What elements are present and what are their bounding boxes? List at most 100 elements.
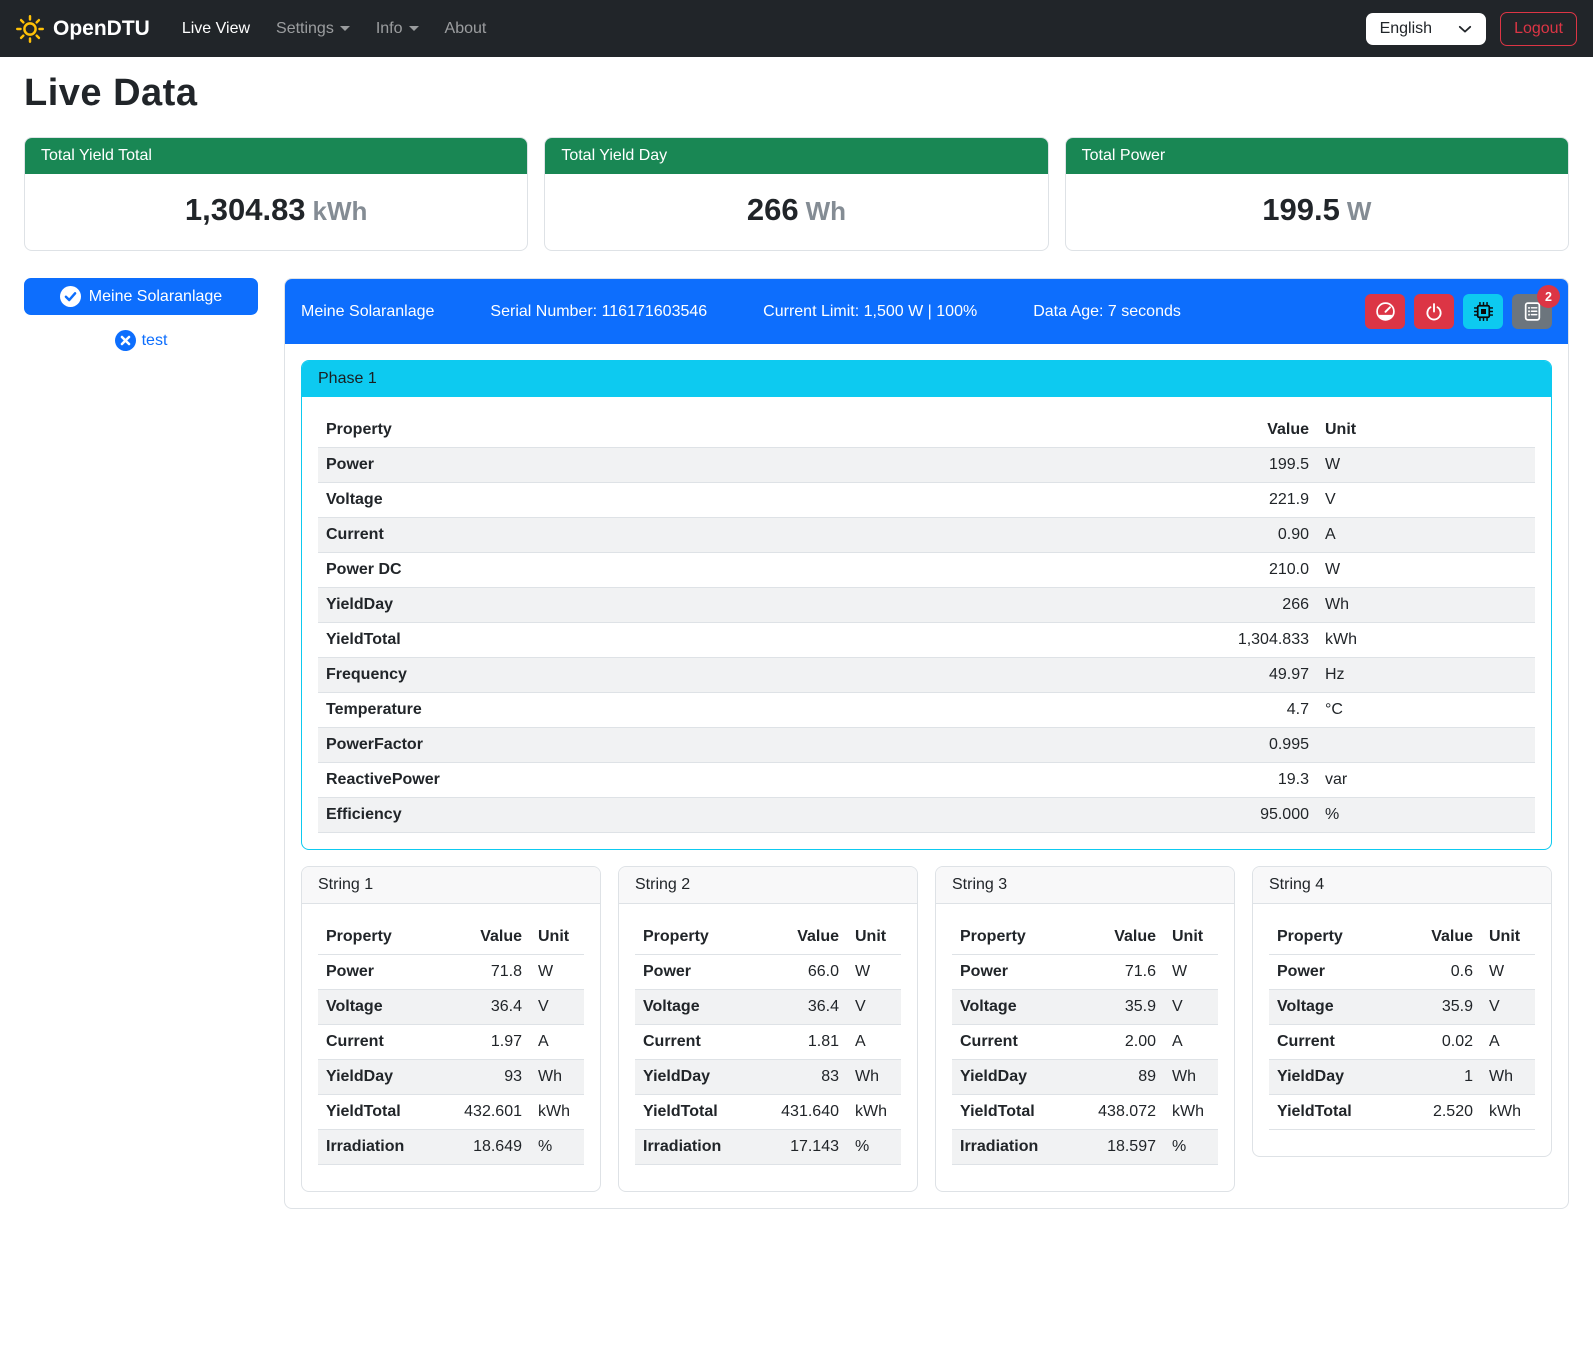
inverter-select-button[interactable]: Meine Solaranlage: [24, 278, 258, 315]
column-header-value: Value: [916, 413, 1317, 448]
string-1-panel: String 1 Property Value Unit: [301, 866, 601, 1192]
table-header-row: Property Value Unit: [952, 920, 1218, 955]
total-power-value: 199.5: [1262, 192, 1340, 227]
value-cell: 18.597: [1071, 1130, 1164, 1165]
column-header-unit: Unit: [1481, 920, 1535, 955]
nav-item-settings[interactable]: Settings: [266, 12, 360, 46]
inverter-select-label: Meine Solaranlage: [89, 288, 222, 306]
column-header-property: Property: [318, 920, 437, 955]
value-cell: 18.649: [437, 1130, 530, 1165]
unit-cell: A: [1164, 1025, 1218, 1060]
unit-cell: Wh: [1317, 588, 1535, 623]
property-cell: Current: [318, 518, 916, 553]
unit-cell: %: [1317, 798, 1535, 833]
property-cell: Voltage: [952, 990, 1071, 1025]
value-cell: 1,304.833: [916, 623, 1317, 658]
unit-cell: [1317, 728, 1535, 763]
value-cell: 266: [916, 588, 1317, 623]
value-cell: 1.97: [437, 1025, 530, 1060]
value-cell: 66.0: [754, 955, 847, 990]
table-row: Power71.8W: [318, 955, 584, 990]
device-info-button[interactable]: [1463, 294, 1503, 329]
inverter-test-link[interactable]: test: [142, 332, 168, 350]
table-row: YieldDay83Wh: [635, 1060, 901, 1095]
total-yield-total-card: Total Yield Total 1,304.83kWh: [24, 137, 528, 251]
property-cell: Power DC: [318, 553, 916, 588]
table-row: Voltage36.4V: [318, 990, 584, 1025]
column-header-property: Property: [1269, 920, 1398, 955]
table-row: YieldTotal1,304.833kWh: [318, 623, 1535, 658]
nav-item-info-label: Info: [376, 20, 403, 38]
column-header-unit: Unit: [847, 920, 901, 955]
table-row: Current0.02A: [1269, 1025, 1535, 1060]
unit-cell: W: [1317, 448, 1535, 483]
unit-cell: kWh: [1481, 1095, 1535, 1130]
property-cell: YieldTotal: [635, 1095, 754, 1130]
column-header-property: Property: [635, 920, 754, 955]
value-cell: 93: [437, 1060, 530, 1095]
value-cell: 438.072: [1071, 1095, 1164, 1130]
value-cell: 83: [754, 1060, 847, 1095]
table-row: Power0.6W: [1269, 955, 1535, 990]
value-cell: 89: [1071, 1060, 1164, 1095]
nav-item-about[interactable]: About: [435, 12, 497, 46]
inverter-limit: Current Limit: 1,500 W | 100%: [763, 303, 977, 321]
card-title: Total Power: [1066, 138, 1568, 174]
property-cell: Frequency: [318, 658, 916, 693]
nav-item-info[interactable]: Info: [366, 12, 429, 46]
brand[interactable]: OpenDTU: [16, 15, 150, 43]
unit-cell: Wh: [1481, 1060, 1535, 1095]
value-cell: 19.3: [916, 763, 1317, 798]
value-cell: 49.97: [916, 658, 1317, 693]
table-row: YieldTotal2.520kWh: [1269, 1095, 1535, 1130]
string-panel-title: String 3: [936, 867, 1234, 904]
property-cell: YieldTotal: [318, 1095, 437, 1130]
inverter-data-age: Data Age: 7 seconds: [1033, 303, 1181, 321]
property-cell: Power: [318, 448, 916, 483]
logout-button[interactable]: Logout: [1500, 12, 1577, 46]
power-button[interactable]: [1414, 294, 1454, 329]
value-cell: 210.0: [916, 553, 1317, 588]
property-cell: Voltage: [1269, 990, 1398, 1025]
unit-cell: Hz: [1317, 658, 1535, 693]
unit-cell: W: [847, 955, 901, 990]
table-header-row: Property Value Unit: [1269, 920, 1535, 955]
property-cell: Voltage: [635, 990, 754, 1025]
property-cell: YieldDay: [635, 1060, 754, 1095]
table-row: Irradiation18.597%: [952, 1130, 1218, 1165]
inverter-main: Meine Solaranlage Serial Number: 1161716…: [284, 278, 1569, 1209]
property-cell: Irradiation: [635, 1130, 754, 1165]
string-panel-body: Property Value Unit Power71.8W Voltage36…: [302, 904, 600, 1191]
value-cell: 95.000: [916, 798, 1317, 833]
nav-item-live-view[interactable]: Live View: [172, 12, 260, 46]
table-row: Irradiation17.143%: [635, 1130, 901, 1165]
value-cell: 432.601: [437, 1095, 530, 1130]
string-panel-body: Property Value Unit Power66.0W Voltage36…: [619, 904, 917, 1191]
inverter-serial: Serial Number: 116171603546: [490, 303, 707, 321]
table-row: YieldTotal438.072kWh: [952, 1095, 1218, 1130]
card-title: Total Yield Total: [25, 138, 527, 174]
power-icon: [1424, 302, 1444, 322]
phase-table: Property Value Unit Power199.5W Voltage2…: [318, 413, 1535, 833]
value-cell: 0.995: [916, 728, 1317, 763]
event-count-badge: 2: [1537, 285, 1560, 308]
page-title: Live Data: [24, 72, 1569, 115]
chevron-down-icon: [1458, 22, 1472, 36]
language-select[interactable]: English: [1366, 13, 1486, 45]
card-body: 1,304.83kWh: [25, 174, 527, 250]
unit-cell: V: [1481, 990, 1535, 1025]
table-row: Current2.00A: [952, 1025, 1218, 1060]
table-row: Power DC210.0W: [318, 553, 1535, 588]
table-row: ReactivePower19.3var: [318, 763, 1535, 798]
property-cell: Current: [952, 1025, 1071, 1060]
inverter-name: Meine Solaranlage: [301, 303, 434, 321]
property-cell: Voltage: [318, 990, 437, 1025]
card-body: 199.5W: [1066, 174, 1568, 250]
column-header-property: Property: [318, 413, 916, 448]
limit-settings-button[interactable]: [1365, 294, 1405, 329]
strings-row: String 1 Property Value Unit: [301, 866, 1552, 1192]
event-log-button[interactable]: 2: [1512, 294, 1552, 329]
property-cell: Current: [1269, 1025, 1398, 1060]
value-cell: 35.9: [1398, 990, 1481, 1025]
unit-cell: V: [530, 990, 584, 1025]
